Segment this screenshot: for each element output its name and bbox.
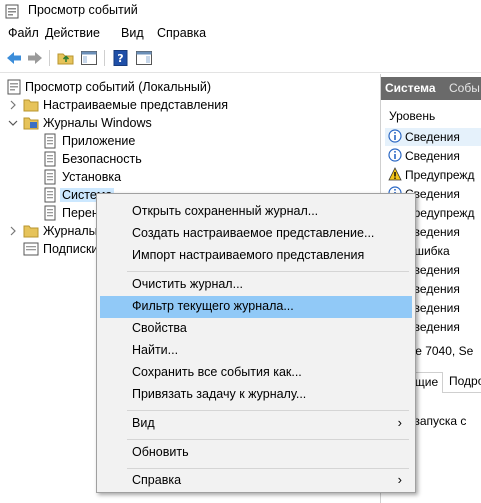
menu-item-label: Вид: [132, 416, 155, 430]
window-title: Просмотр событий: [28, 3, 138, 17]
menu-refresh[interactable]: Обновить: [100, 442, 412, 464]
toolbar-separator: [104, 50, 105, 66]
context-menu: Открыть сохраненный журнал... Создать на…: [96, 193, 416, 493]
menu-view[interactable]: Вид ›: [100, 413, 412, 435]
event-level: Предупрежд: [405, 168, 475, 182]
event-viewer-app-icon: [5, 4, 19, 19]
tab-system[interactable]: Система: [385, 81, 436, 95]
menu-file[interactable]: Файл: [8, 26, 39, 40]
tab-details[interactable]: Подро: [445, 372, 481, 393]
svg-text:?: ?: [117, 52, 123, 65]
tree-node-application[interactable]: Приложение: [42, 132, 342, 150]
menu-item-label: Фильтр текущего журнала...: [132, 299, 294, 313]
menu-clear-log[interactable]: Очистить журнал...: [100, 274, 412, 296]
tree-node-label: Установка: [62, 170, 122, 184]
log-icon: [44, 205, 56, 221]
title-bar: Просмотр событий: [0, 0, 481, 23]
tree-node-subscriptions[interactable]: Подписки: [6, 240, 99, 258]
menu-find[interactable]: Найти...: [100, 340, 412, 362]
submenu-arrow-icon: ›: [397, 472, 402, 487]
menu-separator: [127, 410, 409, 411]
back-arrow-icon[interactable]: [5, 49, 23, 67]
tree-node-label: Подписки: [43, 242, 99, 256]
menu-import-custom-view[interactable]: Импорт настраиваемого представления: [100, 245, 412, 267]
info-icon: [388, 148, 402, 162]
log-icon: [44, 169, 56, 185]
menu-help[interactable]: Справка ›: [100, 470, 412, 492]
warning-icon: [388, 167, 402, 181]
chevron-right-icon[interactable]: [6, 98, 20, 112]
menu-create-custom-view[interactable]: Создать настраиваемое представление...: [100, 223, 412, 245]
tree-node-security[interactable]: Безопасность: [42, 150, 342, 168]
menu-item-label: Привязать задачу к журналу...: [132, 387, 307, 401]
menu-view[interactable]: Вид: [121, 26, 144, 40]
tree-node-windows-logs[interactable]: Журналы Windows: [6, 114, 306, 132]
folder-icon: [23, 99, 39, 112]
help-icon[interactable]: ?: [112, 49, 130, 67]
menu-save-all-events[interactable]: Сохранить все события как...: [100, 362, 412, 384]
tree-node-label: Безопасность: [62, 152, 142, 166]
tree-node-label: Перен: [62, 206, 99, 220]
submenu-arrow-icon: ›: [397, 415, 402, 430]
log-icon: [44, 133, 56, 149]
menu-item-label: Открыть сохраненный журнал...: [132, 204, 319, 218]
column-header-level[interactable]: Уровень: [389, 109, 435, 123]
tree-node-setup[interactable]: Установка: [42, 168, 342, 186]
toolbar-separator: [49, 50, 50, 66]
menu-item-label: Справка: [132, 473, 182, 487]
menu-separator: [127, 468, 409, 469]
menu-item-label: Найти...: [132, 343, 179, 357]
log-icon: [44, 187, 56, 203]
menu-item-label: Свойства: [132, 321, 187, 335]
menu-item-label: Обновить: [132, 445, 189, 459]
menu-item-label: Очистить журнал...: [132, 277, 244, 291]
menu-filter-current-log[interactable]: Фильтр текущего журнала...: [100, 296, 412, 318]
show-action-pane-icon[interactable]: [135, 49, 153, 67]
menu-properties[interactable]: Свойства: [100, 318, 412, 340]
menu-item-label: Сохранить все события как...: [132, 365, 302, 379]
logs-folder-icon: [23, 117, 39, 130]
info-icon: [388, 129, 402, 143]
menu-item-label: Создать настраиваемое представление...: [132, 226, 375, 240]
event-viewer-icon: [7, 79, 21, 95]
pane-header: Система Собы: [381, 77, 481, 100]
tree-node-custom-views[interactable]: Настраиваемые представления: [6, 96, 306, 114]
tree-node-root[interactable]: Просмотр событий (Локальный): [6, 78, 306, 96]
chevron-down-icon[interactable]: [6, 116, 20, 130]
menu-open-saved-log[interactable]: Открыть сохраненный журнал...: [100, 201, 412, 223]
tree-node-label: Журналы: [43, 224, 98, 238]
toolbar: ?: [0, 43, 481, 73]
show-hide-tree-icon[interactable]: [80, 49, 98, 67]
menu-separator: [127, 271, 409, 272]
up-folder-icon[interactable]: [57, 49, 75, 67]
subscriptions-icon: [23, 242, 39, 256]
menu-help[interactable]: Справка: [157, 26, 206, 40]
event-level: Сведения: [405, 149, 460, 163]
tree-node-label: Настраиваемые представления: [43, 98, 228, 112]
tree-node-app-services[interactable]: Журналы: [6, 222, 98, 240]
tree-node-label: Журналы Windows: [43, 116, 152, 130]
event-row[interactable]: Сведения: [385, 128, 481, 146]
tree-node-label: Просмотр событий (Локальный): [25, 80, 212, 94]
tab-events[interactable]: Собы: [449, 81, 480, 95]
menu-attach-task[interactable]: Привязать задачу к журналу...: [100, 384, 412, 406]
menu-action[interactable]: Действие: [45, 26, 100, 40]
folder-icon: [23, 225, 39, 238]
forward-arrow-icon[interactable]: [26, 49, 44, 67]
menu-item-label: Импорт настраиваемого представления: [132, 248, 365, 262]
menu-bar: Файл Действие Вид Справка: [0, 23, 481, 43]
tree-node-label: Приложение: [62, 134, 136, 148]
event-level: Сведения: [405, 130, 460, 144]
log-icon: [44, 151, 56, 167]
menu-separator: [127, 439, 409, 440]
tree-node-forwarded[interactable]: Перен: [42, 204, 102, 222]
chevron-right-icon[interactable]: [6, 224, 20, 238]
